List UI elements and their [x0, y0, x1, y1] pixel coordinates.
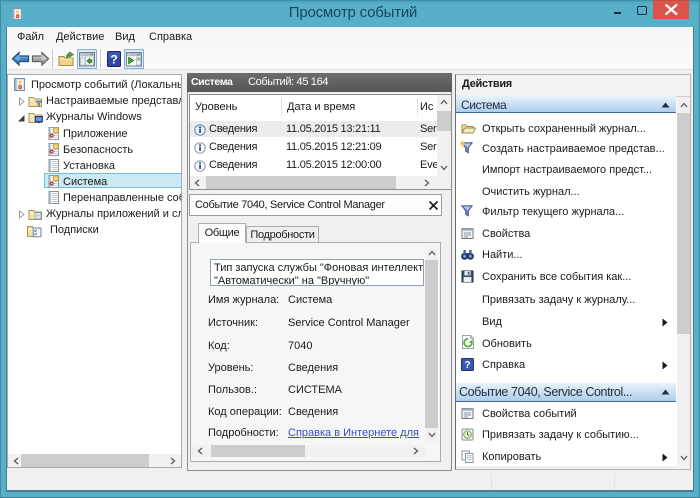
- svg-text:?: ?: [110, 53, 117, 67]
